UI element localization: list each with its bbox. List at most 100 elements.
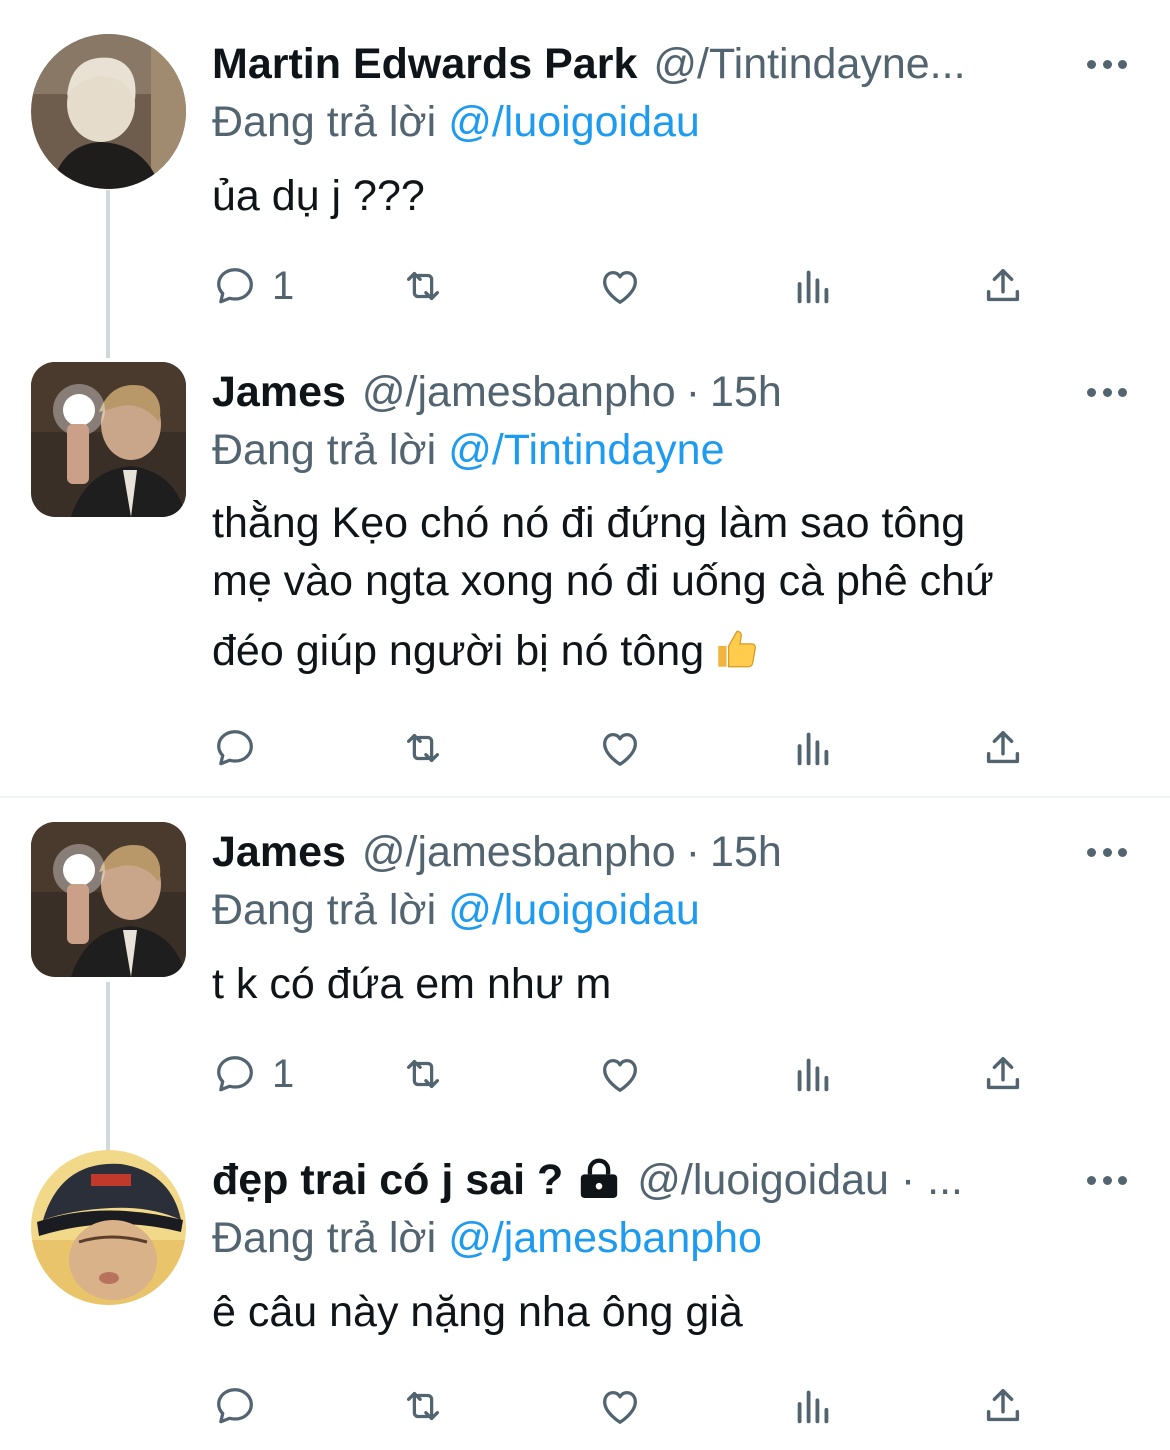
share-button[interactable] bbox=[980, 1044, 1026, 1104]
reply-count: 1 bbox=[272, 1051, 295, 1096]
thread-divider bbox=[0, 796, 1170, 798]
heart-icon bbox=[603, 270, 637, 304]
tweet-james-1[interactable]: James @/jamesbanpho · 15h Đang trả lời @/… bbox=[0, 360, 1170, 796]
tweet-text: thằng Kẹo chó nó đi đứng làm sao tông mẹ… bbox=[212, 494, 1132, 680]
views-button[interactable] bbox=[790, 1376, 836, 1436]
replying-to: Đang trả lời @/Tintindayne bbox=[212, 420, 725, 480]
retweet-button[interactable] bbox=[400, 1376, 446, 1436]
bar-chart-icon bbox=[797, 1390, 829, 1424]
reply-button[interactable]: 1 bbox=[212, 1044, 294, 1104]
avatar[interactable] bbox=[31, 822, 186, 977]
user-handle[interactable]: @/jamesbanpho bbox=[362, 362, 676, 422]
separator-dot: · bbox=[685, 368, 701, 416]
replying-to-label: Đang trả lời bbox=[212, 98, 437, 146]
speech-bubble-icon bbox=[217, 1388, 253, 1424]
share-button[interactable] bbox=[980, 1376, 1026, 1436]
tweet-martin[interactable]: Martin Edwards Park @/Tintindayne... Đan… bbox=[0, 0, 1170, 360]
thread-connector bbox=[106, 190, 110, 358]
retweet-icon bbox=[406, 733, 440, 763]
share-button[interactable] bbox=[980, 256, 1026, 316]
reply-button[interactable]: 1 bbox=[212, 256, 294, 316]
share-upload-icon bbox=[986, 268, 1020, 302]
replying-to: Đang trả lời @/luoigoidau bbox=[212, 880, 700, 940]
avatar[interactable] bbox=[31, 34, 186, 189]
retweet-icon bbox=[406, 271, 440, 301]
replying-to-label: Đang trả lời bbox=[212, 426, 437, 474]
speech-bubble-icon bbox=[217, 268, 253, 304]
retweet-icon bbox=[406, 1059, 440, 1089]
tweet-text: t k có đứa em như m bbox=[212, 952, 1132, 1016]
retweet-button[interactable] bbox=[400, 1044, 446, 1104]
avatar[interactable] bbox=[31, 1150, 186, 1305]
like-button[interactable] bbox=[597, 256, 643, 316]
share-upload-icon bbox=[986, 730, 1020, 764]
display-name[interactable]: đẹp trai có j sai ? bbox=[212, 1150, 563, 1210]
reply-mention-link[interactable]: @/jamesbanpho bbox=[448, 1214, 762, 1262]
timestamp[interactable]: 15h bbox=[710, 822, 782, 882]
action-bar bbox=[212, 718, 1112, 778]
retweet-button[interactable] bbox=[400, 718, 446, 778]
reply-count: 1 bbox=[272, 263, 295, 308]
tweet-text-line: thằng Kẹo chó nó đi đứng làm sao tông bbox=[212, 499, 966, 547]
more-dots-icon[interactable] bbox=[1087, 822, 1127, 882]
display-name[interactable]: James bbox=[212, 362, 346, 422]
retweet-icon bbox=[406, 1391, 440, 1421]
bar-chart-icon bbox=[797, 732, 829, 766]
avatar-photo bbox=[31, 34, 186, 189]
user-handle[interactable]: @/Tintindayne... bbox=[653, 34, 965, 94]
like-button[interactable] bbox=[597, 1044, 643, 1104]
replying-to-label: Đang trả lời bbox=[212, 886, 437, 934]
share-upload-icon bbox=[986, 1388, 1020, 1422]
reply-button[interactable] bbox=[212, 1376, 272, 1436]
user-handle[interactable]: @/luoigoidau · ... bbox=[637, 1150, 963, 1210]
timestamp[interactable]: 15h bbox=[710, 362, 782, 422]
tweet-james-2[interactable]: James @/jamesbanpho · 15h Đang trả lời @/… bbox=[0, 822, 1170, 1150]
more-dots-icon[interactable] bbox=[1087, 34, 1127, 94]
retweet-button[interactable] bbox=[400, 256, 446, 316]
replying-to: Đang trả lời @/luoigoidau bbox=[212, 92, 700, 152]
heart-icon bbox=[603, 732, 637, 766]
tweet-luoigoidau[interactable]: đẹp trai có j sai ? @/luoigoidau · ... Đ… bbox=[0, 1150, 1170, 1450]
action-bar: 1 bbox=[212, 256, 1112, 316]
tweet-text: ủa dụ j ??? bbox=[212, 164, 1132, 228]
display-name[interactable]: Martin Edwards Park bbox=[212, 34, 637, 94]
tweet-text-line: ê câu này nặng nha ông già bbox=[212, 1288, 743, 1336]
like-button[interactable] bbox=[597, 1376, 643, 1436]
heart-icon bbox=[603, 1390, 637, 1424]
tweet-text-last-line: đéo giúp người bị nó tông bbox=[212, 622, 1132, 680]
replying-to-label: Đang trả lời bbox=[212, 1214, 437, 1262]
tweet-text-line: đéo giúp người bị nó tông bbox=[212, 627, 705, 675]
action-bar bbox=[212, 1376, 1112, 1436]
views-button[interactable] bbox=[790, 1044, 836, 1104]
views-button[interactable] bbox=[790, 718, 836, 778]
tweet-text-line: mẹ vào ngta xong nó đi uống cà phê chứ bbox=[212, 557, 994, 605]
more-dots-icon[interactable] bbox=[1087, 1150, 1127, 1210]
speech-bubble-icon bbox=[217, 1056, 253, 1092]
lock-icon bbox=[581, 1158, 618, 1198]
action-bar: 1 bbox=[212, 1044, 1112, 1104]
separator-dot: · bbox=[685, 828, 701, 876]
more-dots-icon[interactable] bbox=[1087, 362, 1127, 422]
speech-bubble-icon bbox=[217, 730, 253, 766]
avatar[interactable] bbox=[31, 362, 186, 517]
user-handle[interactable]: @/jamesbanpho bbox=[362, 822, 676, 882]
bar-chart-icon bbox=[797, 1058, 829, 1092]
like-button[interactable] bbox=[597, 718, 643, 778]
bar-chart-icon bbox=[797, 270, 829, 304]
reply-button[interactable] bbox=[212, 718, 272, 778]
reply-mention-link[interactable]: @/luoigoidau bbox=[448, 98, 700, 146]
share-button[interactable] bbox=[980, 718, 1026, 778]
replying-to: Đang trả lời @/jamesbanpho bbox=[212, 1208, 762, 1268]
thread-connector bbox=[106, 982, 110, 1150]
thumbs-up-emoji bbox=[718, 630, 757, 668]
tweet-text: ê câu này nặng nha ông già bbox=[212, 1280, 1132, 1344]
reply-thread-feed: Martin Edwards Park @/Tintindayne... Đan… bbox=[0, 0, 1170, 1450]
share-upload-icon bbox=[986, 1056, 1020, 1090]
reply-mention-link[interactable]: @/luoigoidau bbox=[448, 886, 700, 934]
views-button[interactable] bbox=[790, 256, 836, 316]
tweet-text-line: ủa dụ j ??? bbox=[212, 172, 425, 220]
avatar-photo bbox=[31, 822, 186, 977]
reply-mention-link[interactable]: @/Tintindayne bbox=[448, 426, 724, 474]
display-name[interactable]: James bbox=[212, 822, 346, 882]
avatar-photo bbox=[31, 1150, 186, 1305]
